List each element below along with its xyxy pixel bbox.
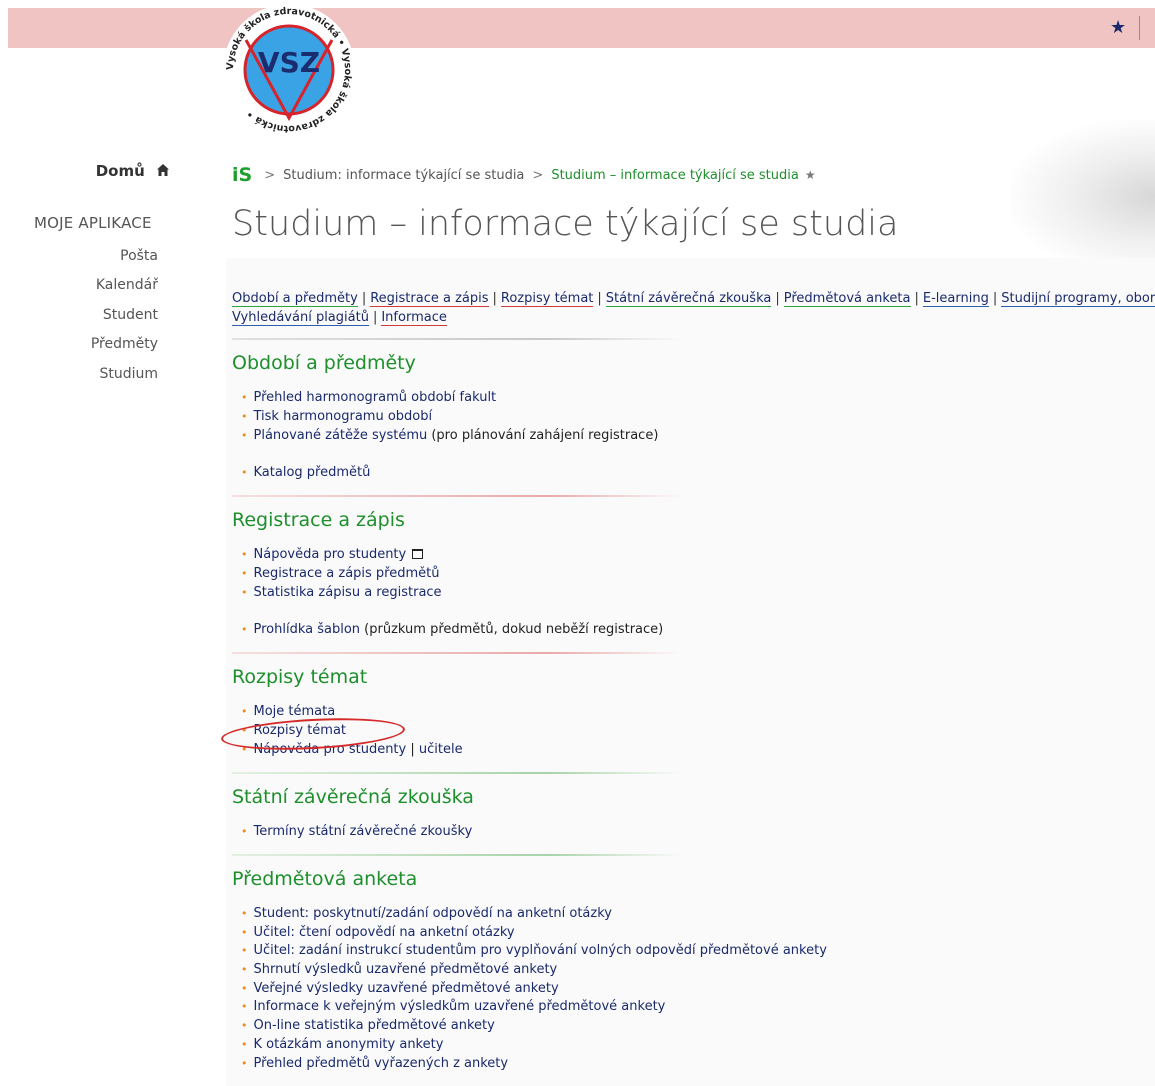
list-item: • Informace k veřejným výsledkům uzavřené…	[241, 999, 666, 1014]
link-napoveda-registrace[interactable]: Nápověda pro studenty	[254, 547, 407, 562]
link-katalog-predmetu[interactable]: Katalog předmětů	[254, 465, 371, 480]
link-prohlidka-sablon[interactable]: Prohlídka šablon	[254, 622, 361, 637]
my-apps-heading: MOJE APLIKACE	[34, 214, 152, 232]
section-title-rozpisy: Rozpisy témat	[232, 666, 368, 688]
nav-separator: |	[372, 310, 378, 325]
sidebar-item-posta[interactable]: Pošta	[120, 248, 158, 264]
favorites-star-icon[interactable]: ★	[1110, 17, 1126, 38]
nav-predmetova-anketa[interactable]: Předmětová anketa	[783, 291, 911, 307]
list-item: • Katalog předmětů	[241, 465, 371, 480]
link-anketa-student[interactable]: Student: poskytnutí/zadání odpovědí na a…	[254, 906, 612, 921]
breadcrumb-separator: >	[532, 168, 544, 183]
link-napoveda-ucitele[interactable]: učitele	[419, 742, 463, 757]
sidebar-item-kalendar[interactable]: Kalendář	[96, 277, 158, 293]
page-title: Studium – informace týkající se studia	[232, 204, 899, 244]
breadcrumb: iS > Studium: informace týkající se studia…	[232, 164, 816, 186]
pin-icon[interactable]: ★	[805, 168, 816, 182]
section-title-registrace: Registrace a zápis	[232, 509, 405, 531]
section-divider	[232, 652, 682, 654]
list-item: • Registrace a zápis předmětů	[241, 566, 440, 581]
section-divider	[232, 338, 682, 340]
link-anketa-anonymita[interactable]: K otázkám anonymity ankety	[254, 1037, 444, 1052]
breadcrumb-separator: >	[264, 168, 276, 183]
item-note: (průzkum předmětů, dokud neběží registra…	[360, 622, 664, 637]
link-anketa-informace[interactable]: Informace k veřejným výsledkům uzavřené …	[254, 999, 666, 1014]
link-registrace-zapis-predmetu[interactable]: Registrace a zápis předmětů	[254, 566, 440, 581]
link-statistika-zapisu[interactable]: Statistika zápisu a registrace	[254, 585, 442, 600]
list-item: • Moje témata	[241, 704, 336, 719]
list-item: • Přehled harmonogramů období fakult	[241, 390, 497, 405]
list-item: • Učitel: čtení odpovědí na anketní otázk…	[241, 925, 515, 940]
link-anketa-shrnuti[interactable]: Shrnutí výsledků uzavřené předmětové ank…	[254, 962, 558, 977]
logo-text: VSZ	[258, 46, 320, 79]
list-item: • Tisk harmonogramu období	[241, 409, 433, 424]
section-title-obdobi: Období a předměty	[232, 352, 416, 374]
nav-separator: |	[775, 291, 780, 306]
link-tisk-harmonogramu[interactable]: Tisk harmonogramu období	[254, 409, 433, 424]
link-anketa-vyrazene[interactable]: Přehled předmětů vyřazených z ankety	[254, 1056, 509, 1071]
new-window-icon	[412, 549, 424, 559]
list-item: • Plánované zátěže systému (pro plánování…	[241, 428, 659, 443]
nav-studijni-programy[interactable]: Studijní programy, obory	[1001, 291, 1155, 307]
home-icon	[157, 164, 169, 176]
breadcrumb-item-studium-info[interactable]: Studium: informace týkající se studia	[283, 168, 524, 183]
sidebar-item-predmety[interactable]: Předměty	[91, 336, 158, 352]
list-item: • Veřejné výsledky uzavřené předmětové an…	[241, 981, 559, 996]
home-link[interactable]: Domů	[96, 162, 170, 180]
link-planovane-zateze[interactable]: Plánované zátěže systému	[254, 428, 428, 443]
nav-vyhledavani-plagiatu[interactable]: Vyhledávání plagiátů	[232, 310, 369, 326]
item-note: (pro plánování zahájení registrace)	[427, 428, 659, 443]
list-item: • Shrnutí výsledků uzavřené předmětové an…	[241, 962, 558, 977]
list-item: • Statistika zápisu a registrace	[241, 585, 442, 600]
link-anketa-statistika[interactable]: On-line statistika předmětové ankety	[254, 1018, 495, 1033]
link-terminy-szz[interactable]: Termíny státní závěrečné zkoušky	[254, 824, 473, 839]
nav-rozpisy-temat[interactable]: Rozpisy témat	[500, 291, 594, 307]
nav-informace[interactable]: Informace	[381, 310, 447, 326]
decorative-background	[1010, 120, 1155, 260]
section-nav: Období a předměty | Registrace a zápis | Roz…	[232, 289, 1155, 327]
nav-separator: |	[597, 291, 602, 306]
section-divider	[232, 495, 682, 497]
breadcrumb-current: Studium – informace týkající se studia	[551, 168, 799, 183]
top-bar: ★	[8, 8, 1155, 48]
nav-obdobi-predmety[interactable]: Období a předměty	[232, 291, 358, 307]
list-item: • Student: poskytnutí/zadání odpovědí na …	[241, 906, 612, 921]
section-divider	[232, 854, 682, 856]
section-title-szz: Státní závěrečná zkouška	[232, 786, 474, 808]
link-moje-temata[interactable]: Moje témata	[254, 704, 336, 719]
section-title-anketa: Předmětová anketa	[232, 868, 418, 890]
nav-statni-zaverecna-zkouska[interactable]: Státní závěrečná zkouška	[605, 291, 772, 307]
list-item: • Prohlídka šablon (průzkum předmětů, dok…	[241, 622, 664, 637]
link-anketa-cteni[interactable]: Učitel: čtení odpovědí na anketní otázky	[254, 925, 515, 940]
nav-registrace-zapis[interactable]: Registrace a zápis	[370, 291, 489, 307]
sidebar-item-studium[interactable]: Studium	[99, 366, 158, 382]
nav-e-learning[interactable]: E-learning	[922, 291, 989, 307]
list-item: • Přehled předmětů vyřazených z ankety	[241, 1056, 509, 1071]
is-logo[interactable]: iS	[232, 164, 252, 186]
link-anketa-verejne[interactable]: Veřejné výsledky uzavřené předmětové ank…	[254, 981, 559, 996]
list-item: • On-line statistika předmětové ankety	[241, 1018, 495, 1033]
section-divider	[232, 772, 682, 774]
home-label: Domů	[95, 162, 145, 180]
school-logo[interactable]: Vysoká škola zdravotnická • Vysoká škola…	[216, 0, 362, 135]
nav-separator: |	[914, 291, 919, 306]
item-separator: |	[406, 742, 419, 757]
nav-separator: |	[492, 291, 497, 306]
list-item: • Učitel: zadání instrukcí studentům pro …	[241, 943, 827, 958]
list-item: • K otázkám anonymity ankety	[241, 1037, 444, 1052]
sidebar-item-student[interactable]: Student	[103, 307, 158, 323]
list-item: • Nápověda pro studenty	[241, 547, 424, 562]
topbar-divider	[1139, 16, 1140, 40]
list-item: • Termíny státní závěrečné zkoušky	[241, 824, 473, 839]
link-anketa-instrukce[interactable]: Učitel: zadání instrukcí studentům pro v…	[254, 943, 827, 958]
link-prehled-harmonogramu[interactable]: Přehled harmonogramů období fakult	[254, 390, 497, 405]
nav-separator: |	[361, 291, 367, 306]
nav-separator: |	[992, 291, 998, 306]
